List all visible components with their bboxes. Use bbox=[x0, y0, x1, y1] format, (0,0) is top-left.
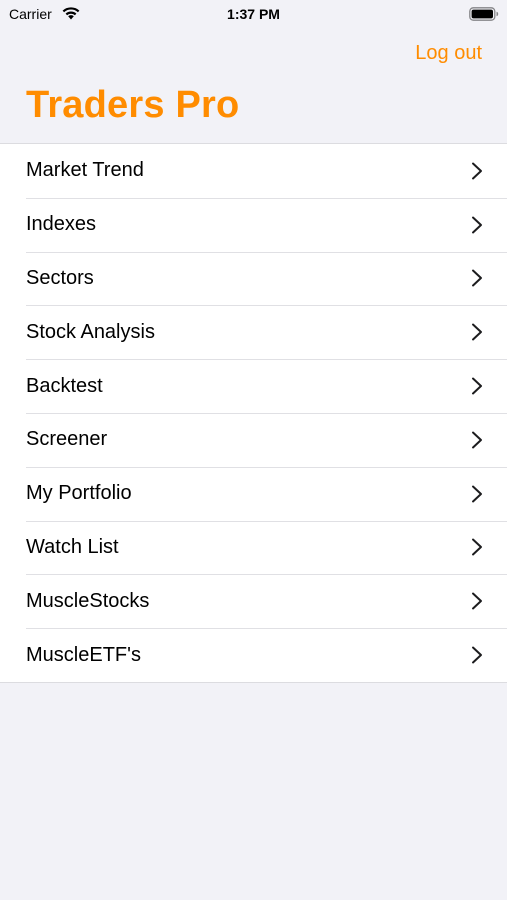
menu-item-label: Sectors bbox=[26, 266, 94, 289]
chevron-right-icon bbox=[472, 431, 482, 449]
menu-item-musclestocks[interactable]: MuscleStocks bbox=[0, 574, 507, 628]
menu-item-backtest[interactable]: Backtest bbox=[0, 359, 507, 413]
menu-item-label: Indexes bbox=[26, 213, 97, 236]
status-bar: Carrier 1:37 PM bbox=[0, 0, 507, 28]
status-time: 1:37 PM bbox=[227, 6, 280, 22]
menu-list: Market Trend Indexes Sectors Stock Analysis… bbox=[0, 143, 507, 683]
chevron-right-icon bbox=[472, 216, 482, 234]
menu-item-stock-analysis[interactable]: Stock Analysis bbox=[0, 305, 507, 359]
chevron-right-icon bbox=[472, 377, 482, 395]
menu-item-label: MuscleETF's bbox=[26, 643, 141, 666]
menu-item-indexes[interactable]: Indexes bbox=[0, 197, 507, 252]
menu-item-label: Backtest bbox=[26, 374, 103, 397]
chevron-right-icon bbox=[472, 269, 482, 287]
menu-item-my-portfolio[interactable]: My Portfolio bbox=[0, 466, 507, 521]
menu-item-label: MuscleStocks bbox=[26, 589, 150, 612]
menu-item-market-trend[interactable]: Market Trend bbox=[0, 144, 507, 198]
menu-item-screener[interactable]: Screener bbox=[0, 412, 507, 467]
page-title: Traders Pro bbox=[26, 84, 240, 126]
chevron-right-icon bbox=[472, 485, 482, 503]
chevron-right-icon bbox=[472, 162, 482, 180]
menu-item-muscleetf-s[interactable]: MuscleETF's bbox=[0, 628, 507, 682]
menu-item-label: Stock Analysis bbox=[26, 320, 155, 343]
chevron-right-icon bbox=[472, 646, 482, 664]
logout-button[interactable]: Log out bbox=[415, 42, 482, 65]
battery-icon bbox=[469, 7, 499, 21]
menu-item-label: Watch List bbox=[26, 535, 119, 558]
chevron-right-icon bbox=[472, 592, 482, 610]
menu-item-label: My Portfolio bbox=[26, 482, 132, 505]
chevron-right-icon bbox=[472, 323, 482, 341]
menu-item-label: Market Trend bbox=[26, 159, 144, 182]
menu-item-watch-list[interactable]: Watch List bbox=[0, 520, 507, 575]
chevron-right-icon bbox=[472, 538, 482, 556]
app-screen: Carrier 1:37 PM Log out Traders Pro Mark… bbox=[0, 0, 507, 900]
menu-item-label: Screener bbox=[26, 428, 108, 451]
menu-item-sectors[interactable]: Sectors bbox=[0, 251, 507, 306]
